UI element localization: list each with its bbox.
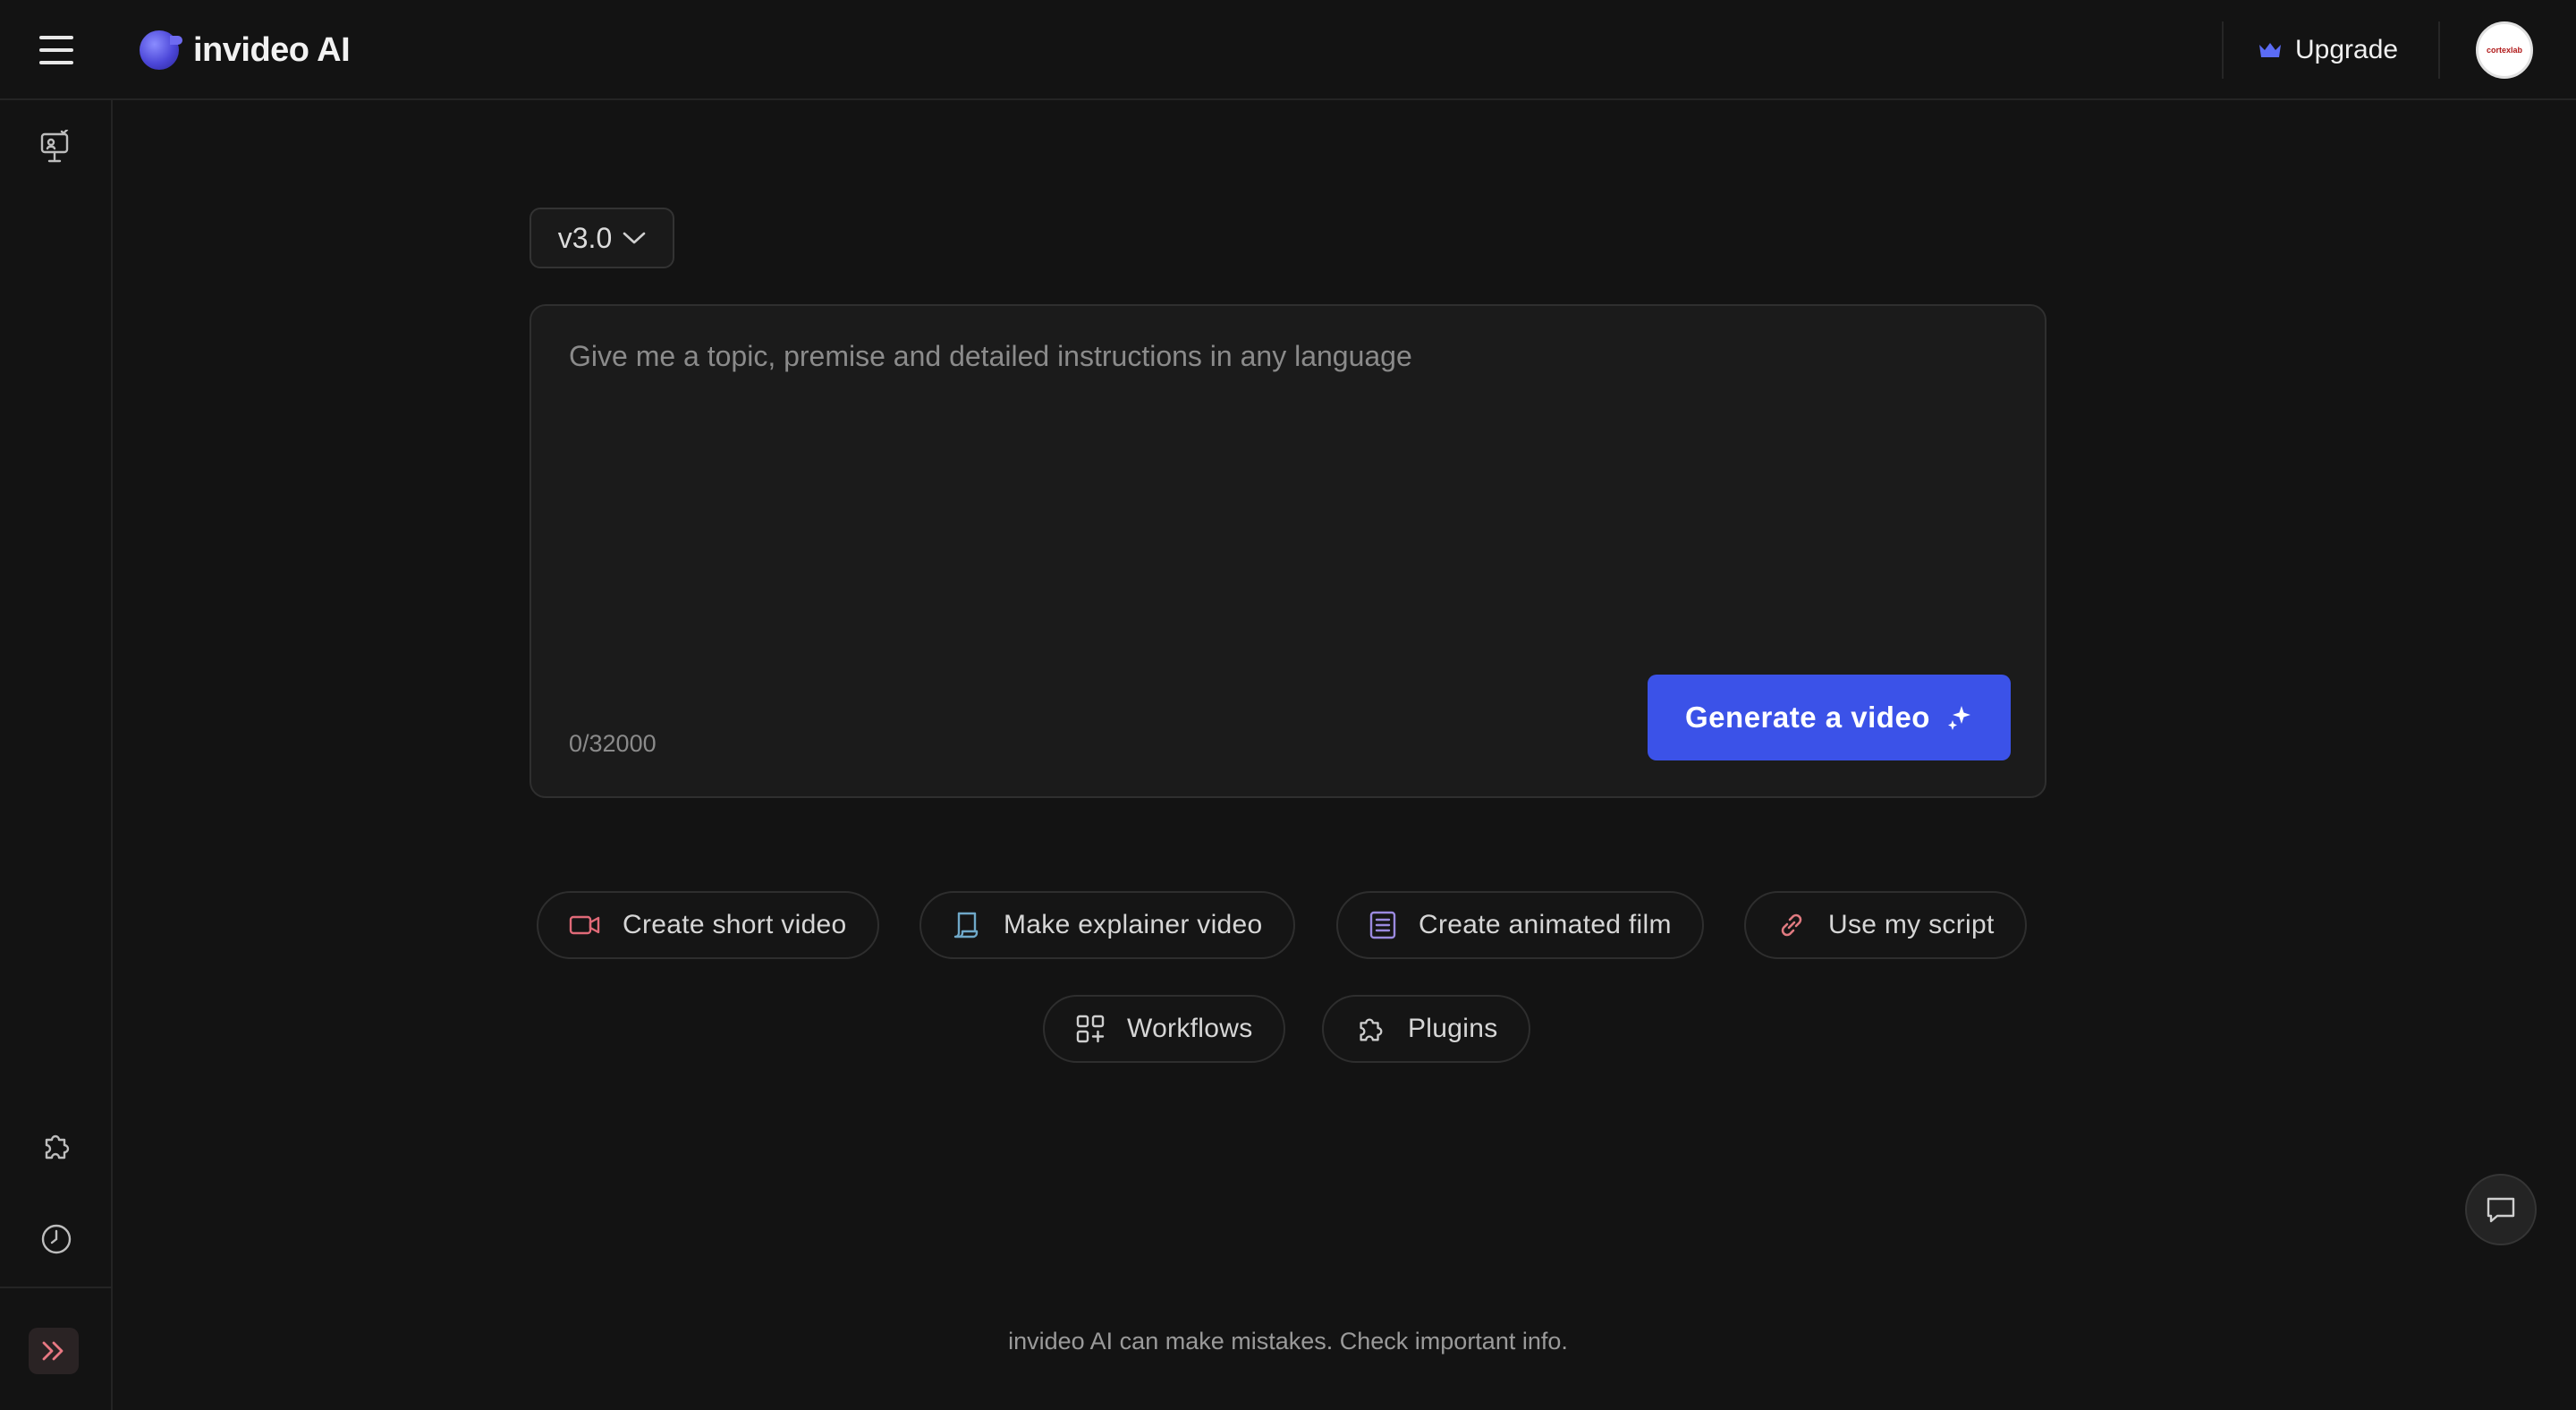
character-counter: 0/32000 — [569, 730, 657, 757]
chat-bubble-icon — [2487, 1197, 2515, 1223]
brand-logo[interactable]: invideo AI — [140, 25, 351, 75]
brand-name: invideo AI — [193, 30, 351, 69]
header-divider — [2438, 21, 2440, 79]
video-camera-icon — [569, 915, 600, 935]
invideo-logo-icon — [140, 30, 182, 70]
chip-label: Workflows — [1127, 1014, 1253, 1043]
puzzle-icon[interactable] — [34, 1124, 79, 1168]
header-divider — [2222, 21, 2224, 79]
prompt-box: 0/32000 Generate a video — [530, 304, 2046, 798]
grid-plus-icon — [1076, 1015, 1105, 1043]
upgrade-button[interactable]: Upgrade — [2258, 27, 2398, 73]
top-header: invideo AI Upgrade cortexlab — [0, 0, 2576, 100]
chip-make-explainer-video[interactable]: Make explainer video — [919, 891, 1295, 959]
chip-label: Create short video — [623, 910, 847, 939]
chip-workflows[interactable]: Workflows — [1043, 995, 1285, 1063]
chip-use-my-script[interactable]: Use my script — [1744, 891, 2027, 959]
clock-icon[interactable] — [34, 1217, 79, 1261]
puzzle-icon — [1360, 1018, 1383, 1041]
disclaimer-text: invideo AI can make mistakes. Check impo… — [1008, 1328, 1568, 1355]
chip-label: Plugins — [1408, 1014, 1498, 1043]
generate-button-label: Generate a video — [1685, 701, 1930, 734]
presentation-icon[interactable] — [34, 125, 79, 170]
document-list-icon — [1369, 911, 1396, 939]
generate-video-button[interactable]: Generate a video — [1648, 675, 2011, 760]
link-icon — [1781, 913, 1802, 937]
avatar-text: cortexlab — [2486, 45, 2523, 55]
chat-support-button[interactable] — [2465, 1174, 2537, 1245]
chip-create-animated-film[interactable]: Create animated film — [1336, 891, 1704, 959]
chip-label: Make explainer video — [1004, 910, 1263, 939]
app-root: invideo AI Upgrade cortexlab v3.0 Give m… — [0, 0, 2576, 1410]
chip-label: Use my script — [1828, 910, 1995, 939]
scroll-icon — [953, 912, 979, 939]
sidebar-divider — [0, 1287, 113, 1288]
version-label: v3.0 — [557, 221, 613, 254]
sparkle-icon — [1947, 706, 1970, 730]
chip-plugins[interactable]: Plugins — [1322, 995, 1530, 1063]
user-avatar[interactable]: cortexlab — [2476, 21, 2533, 79]
version-dropdown[interactable]: v3.0 — [530, 208, 674, 268]
chip-create-short-video[interactable]: Create short video — [537, 891, 879, 959]
prompt-input[interactable] — [567, 338, 1998, 607]
crown-icon — [2259, 43, 2281, 57]
chevron-down-icon — [623, 232, 646, 244]
chip-label: Create animated film — [1419, 910, 1672, 939]
left-sidebar — [0, 100, 113, 1410]
upgrade-label: Upgrade — [2295, 35, 2399, 64]
hamburger-menu-icon[interactable] — [36, 30, 77, 70]
